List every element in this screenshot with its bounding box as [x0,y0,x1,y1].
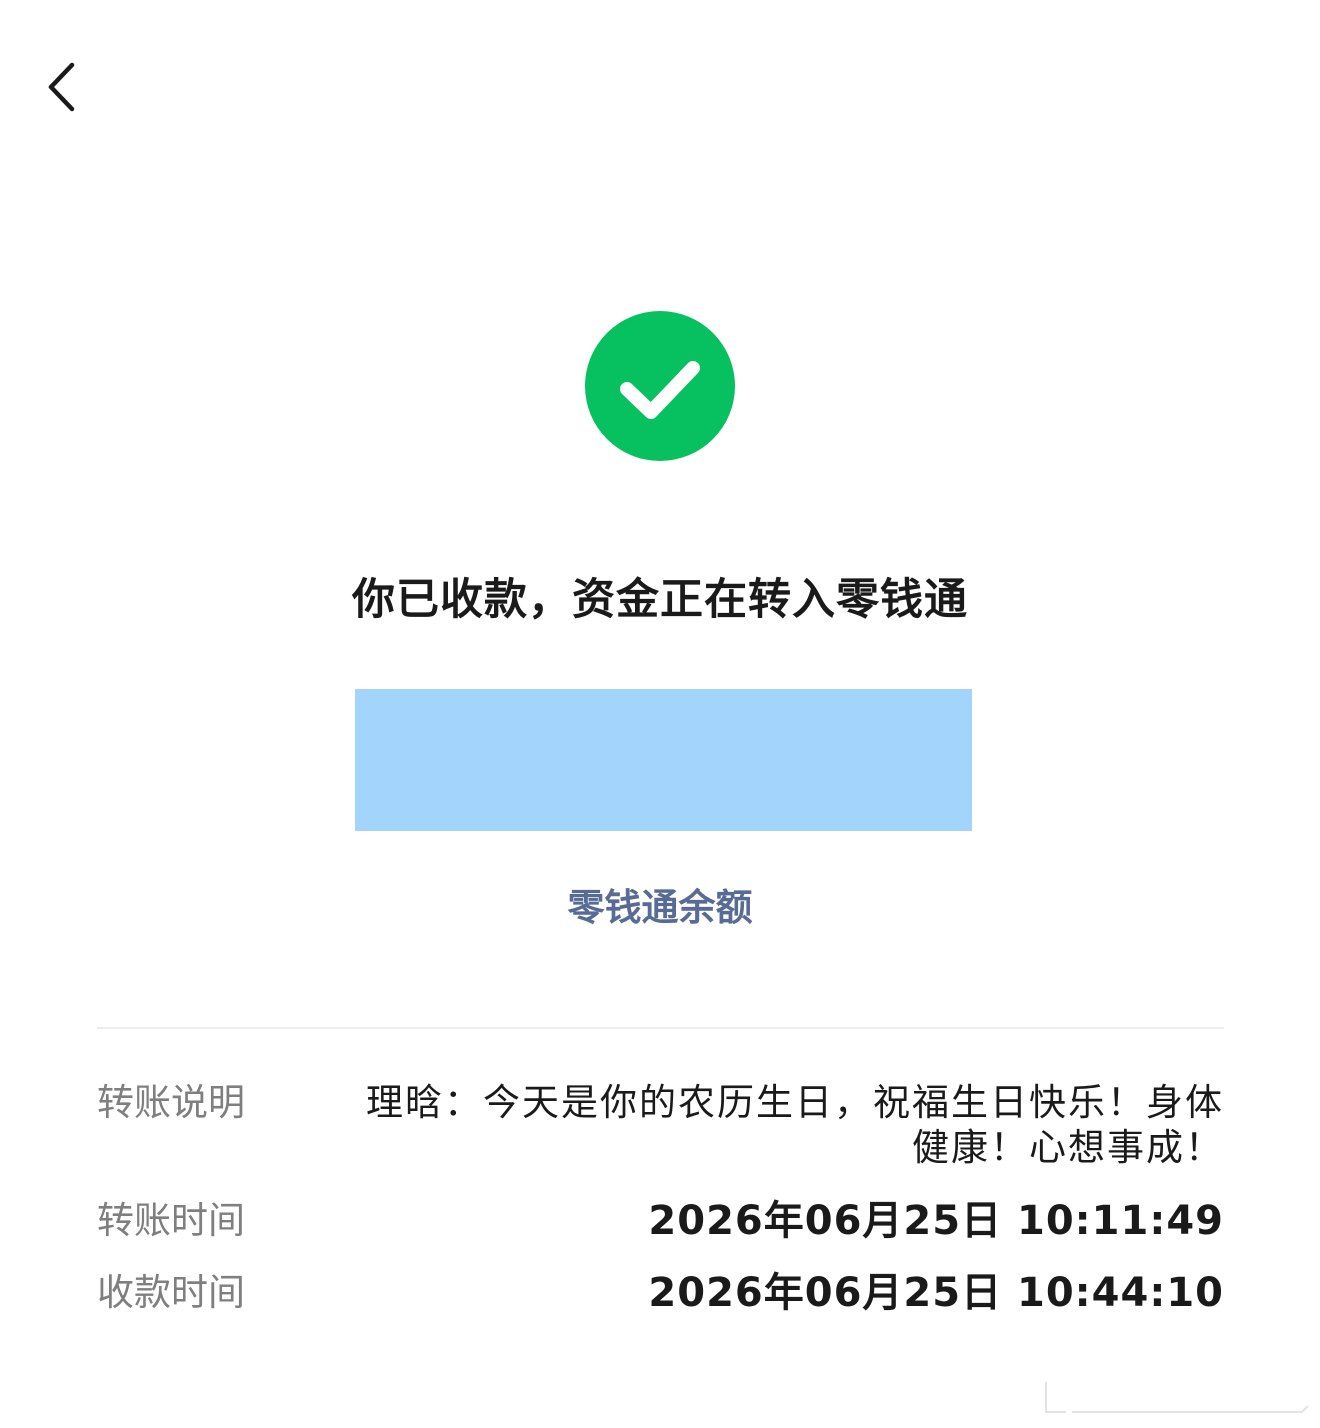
note-value: 理晗：今天是你的农历生日，祝福生日快乐！身体健康！心想事成！ [366,1081,1224,1169]
note-label: 转账说明 [97,1081,245,1124]
receive-time-value: 2026年06月25日 10:44:10 [648,1270,1224,1316]
status-title: 你已收款，资金正在转入零钱通 [352,575,968,625]
amount-redacted [355,689,972,831]
transfer-time-value: 2026年06月25日 10:11:49 [648,1198,1224,1244]
check-circle-icon [585,311,735,461]
divider [97,1027,1224,1029]
back-button[interactable] [36,50,96,120]
chevron-left-icon [48,62,75,112]
transfer-time-label: 转账时间 [97,1199,245,1242]
watermark-mark [1042,1378,1312,1418]
balance-link[interactable]: 零钱通余额 [0,880,1320,936]
receive-time-label: 收款时间 [97,1271,245,1314]
